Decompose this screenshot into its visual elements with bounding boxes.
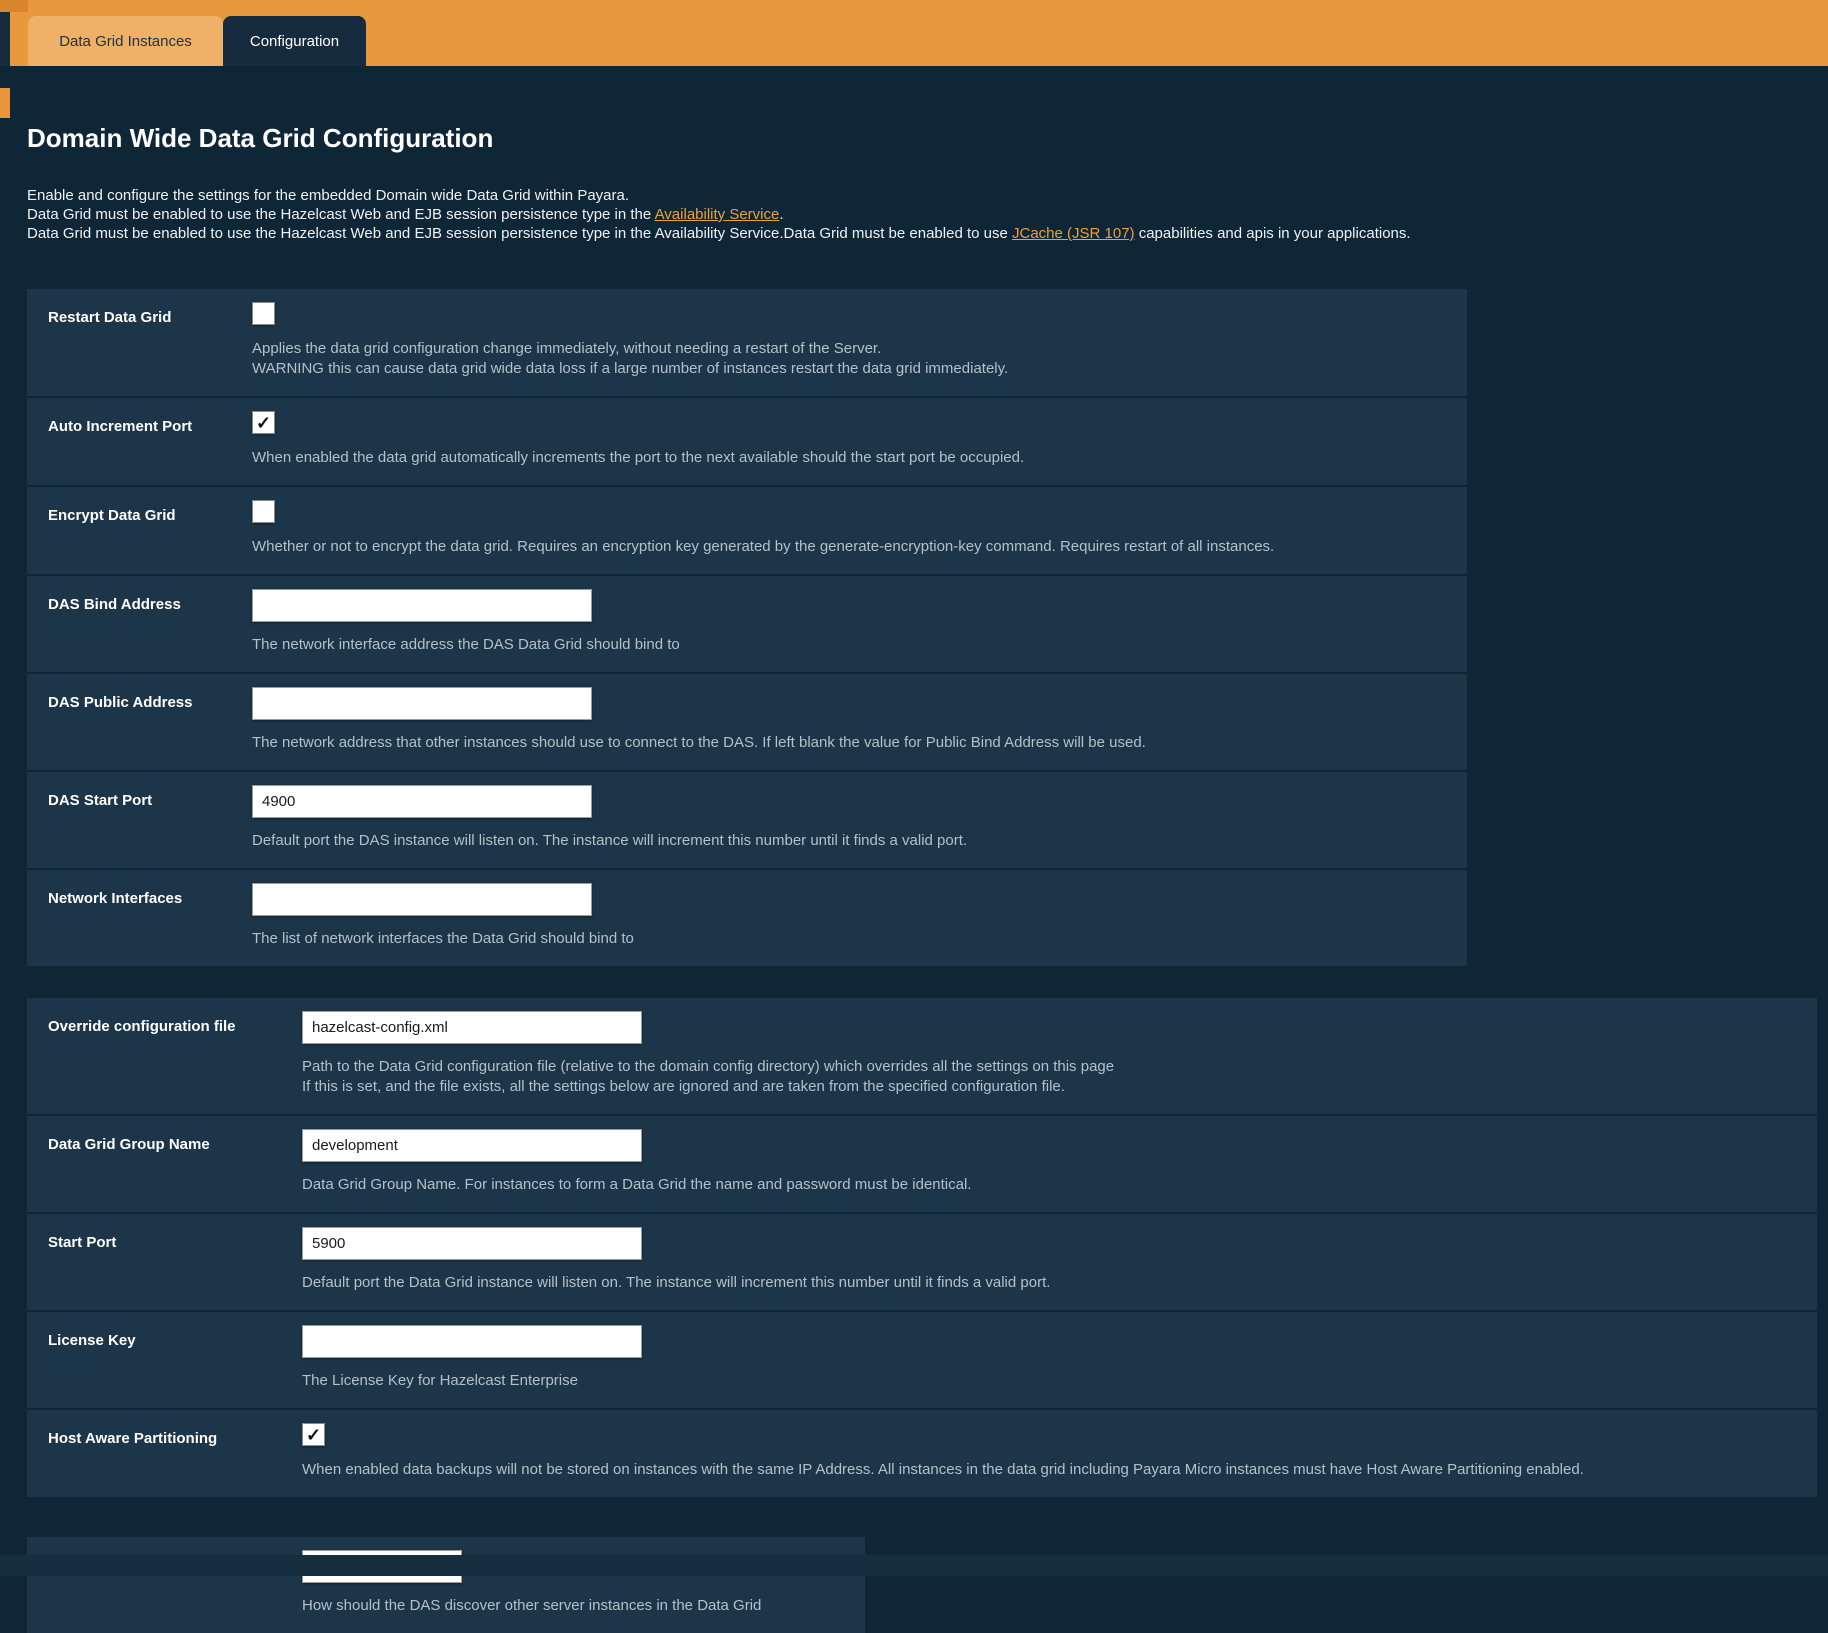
das-public-address-input[interactable]: [252, 687, 592, 720]
row-data-grid-group-name: Data Grid Group Name Data Grid Group Nam…: [27, 1114, 1817, 1212]
field-label: Network Interfaces: [48, 883, 252, 907]
override-configuration-file-input[interactable]: [302, 1011, 642, 1044]
data-grid-group-name-input[interactable]: [302, 1129, 642, 1162]
field-label: DAS Public Address: [48, 687, 252, 711]
tab-data-grid-instances[interactable]: Data Grid Instances: [28, 16, 223, 66]
field-label: Host Aware Partitioning: [48, 1423, 302, 1447]
field-help: Applies the data grid configuration chan…: [252, 339, 1467, 379]
tab-label: Data Grid Instances: [59, 33, 192, 50]
field-help: Path to the Data Grid configuration file…: [302, 1057, 1817, 1097]
field-help: The network address that other instances…: [252, 733, 1467, 753]
field-label: License Key: [48, 1325, 302, 1349]
row-das-bind-address: DAS Bind Address The network interface a…: [27, 574, 1467, 672]
left-edge-notch: [0, 88, 10, 118]
field-label: Auto Increment Port: [48, 411, 252, 435]
field-help: The License Key for Hazelcast Enterprise: [302, 1371, 1817, 1391]
tab-label: Configuration: [250, 33, 339, 50]
row-restart-data-grid: Restart Data Grid Applies the data grid …: [27, 289, 1467, 396]
field-help: Default port the Data Grid instance will…: [302, 1273, 1817, 1293]
das-start-port-input[interactable]: [252, 785, 592, 818]
row-data-grid-discovery-mode: Data Grid Discovery Mode domain ▼ How sh…: [27, 1537, 865, 1633]
field-help: The list of network interfaces the Data …: [252, 929, 1467, 949]
field-label: Override configuration file: [48, 1011, 302, 1035]
row-auto-increment-port: Auto Increment Port ✓ When enabled the d…: [27, 396, 1467, 485]
row-network-interfaces: Network Interfaces The list of network i…: [27, 868, 1467, 966]
intro-line-3: Data Grid must be enabled to use the Haz…: [27, 224, 1828, 243]
row-encrypt-data-grid: Encrypt Data Grid Whether or not to encr…: [27, 485, 1467, 574]
header-bar: Data Grid Instances Configuration: [0, 0, 1828, 66]
header-left-strip: [0, 12, 10, 66]
field-help: When enabled data backups will not be st…: [302, 1460, 1817, 1480]
start-port-input[interactable]: [302, 1227, 642, 1260]
field-label: Encrypt Data Grid: [48, 500, 252, 524]
field-label: DAS Start Port: [48, 785, 252, 809]
row-das-start-port: DAS Start Port Default port the DAS inst…: [27, 770, 1467, 868]
row-override-configuration-file: Override configuration file Path to the …: [27, 998, 1817, 1114]
discovery-panel: Data Grid Discovery Mode domain ▼ How sh…: [27, 1537, 865, 1633]
field-help: The network interface address the DAS Da…: [252, 635, 1467, 655]
tab-bar: Data Grid Instances Configuration: [28, 16, 366, 66]
host-aware-partitioning-checkbox[interactable]: ✓: [302, 1423, 325, 1446]
field-label: Start Port: [48, 1227, 302, 1251]
intro-text: Enable and configure the settings for th…: [27, 186, 1828, 243]
field-help: Whether or not to encrypt the data grid.…: [252, 537, 1467, 557]
row-license-key: License Key The License Key for Hazelcas…: [27, 1310, 1817, 1408]
field-label: Restart Data Grid: [48, 302, 252, 326]
footer-strip: [0, 1555, 1828, 1576]
encrypt-data-grid-checkbox[interactable]: [252, 500, 275, 523]
row-start-port: Start Port Default port the Data Grid in…: [27, 1212, 1817, 1310]
field-help: Data Grid Group Name. For instances to f…: [302, 1175, 1817, 1195]
das-bind-address-input[interactable]: [252, 589, 592, 622]
restart-data-grid-checkbox[interactable]: [252, 302, 275, 325]
jcache-link[interactable]: JCache (JSR 107): [1012, 225, 1135, 242]
field-help: Default port the DAS instance will liste…: [252, 831, 1467, 851]
page-title: Domain Wide Data Grid Configuration: [27, 123, 1828, 153]
field-help: When enabled the data grid automatically…: [252, 448, 1467, 468]
grid-settings-panel: Override configuration file Path to the …: [27, 998, 1817, 1497]
tab-configuration[interactable]: Configuration: [223, 16, 366, 66]
main-content: Domain Wide Data Grid Configuration Enab…: [0, 123, 1828, 1633]
availability-service-link[interactable]: Availability Service: [655, 206, 780, 223]
license-key-input[interactable]: [302, 1325, 642, 1358]
intro-line-2: Data Grid must be enabled to use the Haz…: [27, 205, 1828, 224]
network-settings-panel: Restart Data Grid Applies the data grid …: [27, 289, 1467, 966]
field-label: DAS Bind Address: [48, 589, 252, 613]
row-das-public-address: DAS Public Address The network address t…: [27, 672, 1467, 770]
row-host-aware-partitioning: Host Aware Partitioning ✓ When enabled d…: [27, 1408, 1817, 1497]
field-help: How should the DAS discover other server…: [302, 1596, 865, 1616]
network-interfaces-input[interactable]: [252, 883, 592, 916]
auto-increment-port-checkbox[interactable]: ✓: [252, 411, 275, 434]
header-corner-decoration: [0, 0, 28, 12]
field-label: Data Grid Group Name: [48, 1129, 302, 1153]
intro-line-1: Enable and configure the settings for th…: [27, 186, 1828, 205]
